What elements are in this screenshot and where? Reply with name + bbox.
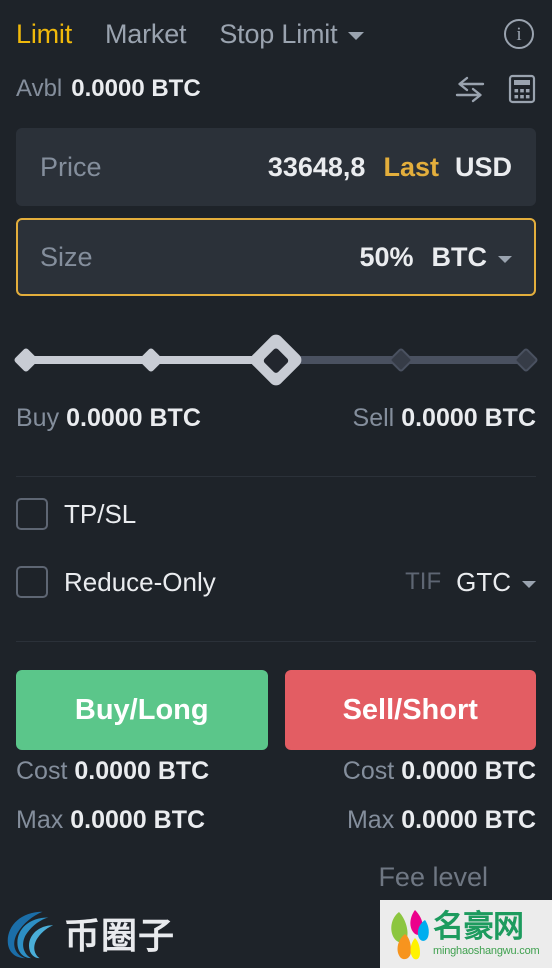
price-label: Price	[40, 151, 102, 182]
fee-level-row: Fee level	[16, 862, 536, 893]
price-value: 33648,8	[267, 151, 366, 182]
buy-cost-label: Cost	[16, 757, 68, 785]
sell-max-label: Max	[346, 806, 395, 834]
transfer-arrows-icon[interactable]	[454, 75, 486, 103]
cost-row: Cost 0.0000 BTC Cost 0.0000 BTC	[16, 757, 536, 799]
watermark-right: 名豪网 minghaoshangwu.com	[380, 900, 552, 968]
chevron-down-icon	[348, 32, 365, 40]
swirl-logo-icon	[7, 911, 54, 959]
available-balance-label: Avbl	[16, 75, 63, 102]
sell-amount-value: 0.0000 BTC	[401, 404, 536, 432]
tab-limit[interactable]: Limit	[16, 19, 72, 50]
sell-short-button[interactable]: Sell/Short	[284, 670, 536, 750]
slider-handle[interactable]	[247, 331, 305, 389]
order-action-buttons: Buy/Long Sell/Short	[16, 670, 536, 750]
tpsl-row[interactable]: TP/SL	[16, 483, 536, 545]
tif-selector[interactable]: TIF GTC	[405, 567, 536, 598]
header-actions	[454, 74, 536, 104]
info-icon[interactable]: i	[504, 19, 534, 49]
futures-order-panel: Limit Market Stop Limit i Avbl 0.0000 BT…	[0, 0, 552, 968]
buy-sell-amounts-row: Buy 0.0000 BTC Sell 0.0000 BTC	[16, 404, 536, 448]
reduce-only-label: Reduce-Only	[64, 566, 216, 597]
sell-cost-label: Cost	[342, 757, 395, 785]
tif-value: GTC	[456, 566, 511, 597]
sell-max-value: 0.0000 BTC	[401, 806, 536, 834]
tab-stop-limit-label: Stop Limit	[219, 18, 338, 49]
watermark-right-text: 名豪网	[433, 908, 524, 945]
sell-amount-label: Sell	[352, 404, 395, 432]
size-currency: BTC	[431, 241, 488, 272]
size-unit-selector[interactable]: BTC	[431, 241, 512, 273]
watermark-left-text: 币圈子	[64, 916, 176, 957]
slider-mark-75[interactable]	[388, 347, 414, 373]
slider-mark-0[interactable]	[13, 347, 39, 373]
sell-cost-value: 0.0000 BTC	[401, 757, 536, 785]
reduce-only-checkbox[interactable]	[16, 566, 48, 598]
slider-mark-100[interactable]	[513, 347, 539, 373]
buy-amount-label: Buy	[16, 404, 60, 432]
watermark-right-main: 名豪网 minghaoshangwu.com	[433, 908, 540, 957]
size-percent-slider[interactable]	[13, 330, 539, 402]
slider-mark-25[interactable]	[138, 347, 164, 373]
buy-cost-value: 0.0000 BTC	[74, 757, 210, 785]
buy-max-label: Max	[16, 806, 64, 834]
divider-bottom	[16, 641, 536, 642]
buy-amount-value: 0.0000 BTC	[66, 404, 201, 432]
chevron-down-icon	[498, 255, 512, 263]
buy-cost-group: Cost 0.0000 BTC	[16, 757, 209, 786]
watermark-right-url: minghaoshangwu.com	[433, 944, 540, 957]
size-input-field[interactable]: Size 50% BTC	[16, 218, 536, 296]
size-label: Size	[40, 241, 93, 272]
watermark-left: 币圈子	[0, 904, 175, 962]
sell-amount-group: Sell 0.0000 BTC	[353, 404, 536, 433]
price-currency: USD	[454, 151, 512, 182]
divider-top	[16, 476, 536, 477]
slider-body[interactable]	[13, 331, 539, 389]
tpsl-label: TP/SL	[64, 498, 137, 529]
price-last-tag[interactable]: Last	[383, 152, 439, 183]
tpsl-checkbox[interactable]	[16, 498, 48, 530]
fee-level-label[interactable]: Fee level	[378, 862, 488, 893]
buy-max-group: Max 0.0000 BTC	[16, 806, 205, 835]
reduce-only-row[interactable]: Reduce-Only TIF GTC	[16, 551, 536, 613]
max-row: Max 0.0000 BTC Max 0.0000 BTC	[16, 806, 536, 848]
sell-max-group: Max 0.0000 BTC	[347, 806, 536, 835]
order-type-tabs: Limit Market Stop Limit i	[16, 0, 536, 62]
buy-amount-group: Buy 0.0000 BTC	[16, 404, 201, 433]
minghao-logo-icon	[391, 910, 429, 960]
available-balance-value: 0.0000 BTC	[71, 75, 201, 102]
sell-cost-group: Cost 0.0000 BTC	[343, 757, 536, 786]
buy-max-value: 0.0000 BTC	[70, 806, 206, 834]
calculator-icon[interactable]	[508, 74, 536, 104]
tab-stop-limit[interactable]: Stop Limit	[219, 18, 365, 50]
price-input-field[interactable]: Price 33648,8 Last USD	[16, 128, 536, 206]
chevron-down-icon	[522, 580, 536, 588]
tab-market[interactable]: Market	[105, 19, 187, 50]
buy-long-button[interactable]: Buy/Long	[16, 670, 268, 750]
available-balance-row: Avbl 0.0000 BTC	[16, 62, 536, 116]
tif-label: TIF	[405, 568, 442, 595]
size-value: 50%	[359, 241, 414, 272]
